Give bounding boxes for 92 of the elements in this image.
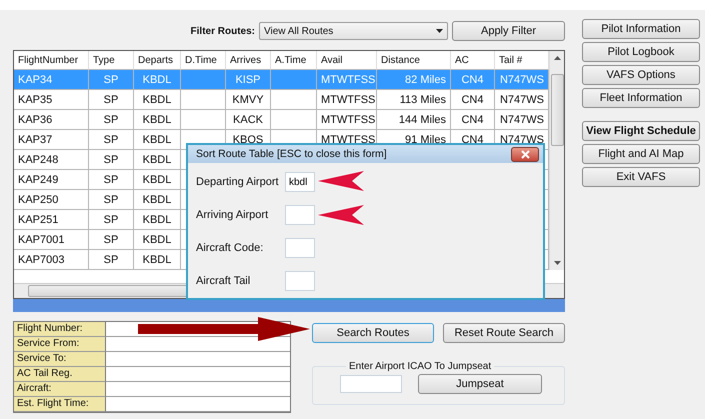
table-cell[interactable]: KMVY: [226, 90, 271, 110]
table-cell[interactable]: SP: [89, 230, 134, 250]
menu-button[interactable]: VAFS Options: [582, 65, 700, 85]
table-cell[interactable]: 113 Miles: [377, 90, 451, 110]
menu-button[interactable]: View Flight Schedule: [582, 121, 700, 141]
menu-button[interactable]: Fleet Information: [582, 88, 700, 108]
table-cell[interactable]: KAP37: [14, 130, 89, 150]
filter-dropdown[interactable]: View All Routes: [259, 22, 448, 40]
column-header[interactable]: AC: [451, 51, 495, 70]
table-cell[interactable]: KAP250: [14, 190, 89, 210]
arrow-icon: [318, 205, 364, 225]
table-cell[interactable]: KAP7001: [14, 230, 89, 250]
detail-label: Aircraft:: [14, 382, 106, 397]
table-cell[interactable]: [181, 70, 226, 90]
input-field[interactable]: [285, 238, 315, 258]
table-cell[interactable]: KAP35: [14, 90, 89, 110]
column-header[interactable]: Arrives: [226, 51, 271, 70]
column-header[interactable]: Departs: [134, 51, 181, 70]
table-cell[interactable]: SP: [89, 110, 134, 130]
close-button[interactable]: [511, 146, 539, 162]
table-cell[interactable]: KBDL: [134, 170, 181, 190]
field-label: Departing Airport: [196, 176, 280, 188]
column-header[interactable]: Avail: [317, 51, 377, 70]
column-header[interactable]: D.Time: [181, 51, 226, 70]
field-label: Aircraft Code:: [196, 242, 264, 254]
detail-label: Service To:: [14, 352, 106, 367]
detail-label: Est. Flight Time:: [14, 397, 106, 412]
menu-button[interactable]: Flight and AI Map: [582, 144, 700, 164]
search-routes-button[interactable]: Search Routes: [312, 323, 434, 343]
table-cell[interactable]: KBDL: [134, 90, 181, 110]
close-icon: [520, 150, 530, 158]
table-cell[interactable]: KBDL: [134, 130, 181, 150]
table-cell[interactable]: [271, 70, 317, 90]
table-cell[interactable]: KBDL: [134, 110, 181, 130]
detail-label: AC Tail Reg.: [14, 367, 106, 382]
column-header[interactable]: A.Time: [271, 51, 317, 70]
input-field[interactable]: kbdl: [285, 172, 315, 192]
detail-label: Service From:: [14, 337, 106, 352]
table-cell[interactable]: N747WS: [495, 90, 549, 110]
table-cell[interactable]: MTWTFSS: [317, 90, 377, 110]
table-cell[interactable]: SP: [89, 150, 134, 170]
column-header[interactable]: Type: [89, 51, 134, 70]
table-cell[interactable]: KBDL: [134, 150, 181, 170]
menu-button[interactable]: Pilot Information: [582, 19, 700, 39]
table-cell[interactable]: SP: [89, 170, 134, 190]
menu-button[interactable]: Exit VAFS: [582, 167, 700, 187]
arrow-icon: [138, 317, 310, 341]
table-cell[interactable]: [181, 90, 226, 110]
table-cell[interactable]: KAP7003: [14, 250, 89, 270]
table-cell[interactable]: 144 Miles: [377, 110, 451, 130]
field-label: Arriving Airport: [196, 209, 270, 221]
table-cell[interactable]: KAP249: [14, 170, 89, 190]
menu-button[interactable]: Pilot Logbook: [582, 42, 700, 62]
table-cell[interactable]: KBDL: [134, 190, 181, 210]
table-cell[interactable]: KAP36: [14, 110, 89, 130]
reset-route-search-button[interactable]: Reset Route Search: [443, 323, 565, 343]
table-cell[interactable]: [271, 110, 317, 130]
icao-field[interactable]: [340, 375, 402, 393]
input-field[interactable]: [285, 205, 315, 225]
table-cell[interactable]: SP: [89, 250, 134, 270]
table-cell[interactable]: KBDL: [134, 230, 181, 250]
table-cell[interactable]: SP: [89, 90, 134, 110]
column-header[interactable]: FlightNumber: [14, 51, 89, 70]
table-cell[interactable]: CN4: [451, 110, 495, 130]
table-cell[interactable]: KACK: [226, 110, 271, 130]
dialog-title: Sort Route Table [ESC to close this form]: [196, 148, 387, 160]
table-cell[interactable]: [271, 90, 317, 110]
vertical-scrollbar[interactable]: [549, 51, 564, 270]
input-field[interactable]: [285, 271, 315, 291]
filter-label: Filter Routes:: [190, 26, 255, 36]
scroll-down-icon: [554, 261, 560, 265]
table-cell[interactable]: KAP251: [14, 210, 89, 230]
jumpseat-button[interactable]: Jumpseat: [418, 374, 542, 394]
column-header[interactable]: Tail #: [495, 51, 549, 70]
apply-filter-button[interactable]: Apply Filter: [452, 21, 565, 41]
table-cell[interactable]: [181, 110, 226, 130]
table-cell[interactable]: SP: [89, 130, 134, 150]
arrow-icon: [318, 171, 364, 191]
table-cell[interactable]: KBDL: [134, 250, 181, 270]
scroll-up-icon: [554, 56, 560, 60]
jumpseat-legend: Enter Airport ICAO To Jumpseat: [346, 361, 494, 372]
column-header[interactable]: Distance: [377, 51, 451, 70]
caret-icon: [436, 29, 443, 33]
table-cell[interactable]: SP: [89, 190, 134, 210]
table-cell[interactable]: CN4: [451, 90, 495, 110]
detail-label: Flight Number:: [14, 322, 106, 337]
table-cell[interactable]: N747WS: [495, 110, 549, 130]
table-cell[interactable]: SP: [89, 210, 134, 230]
table-cell[interactable]: KBDL: [134, 210, 181, 230]
table-cell[interactable]: KAP248: [14, 150, 89, 170]
table-cell[interactable]: MTWTFSS: [317, 110, 377, 130]
field-label: Aircraft Tail: [196, 275, 252, 287]
